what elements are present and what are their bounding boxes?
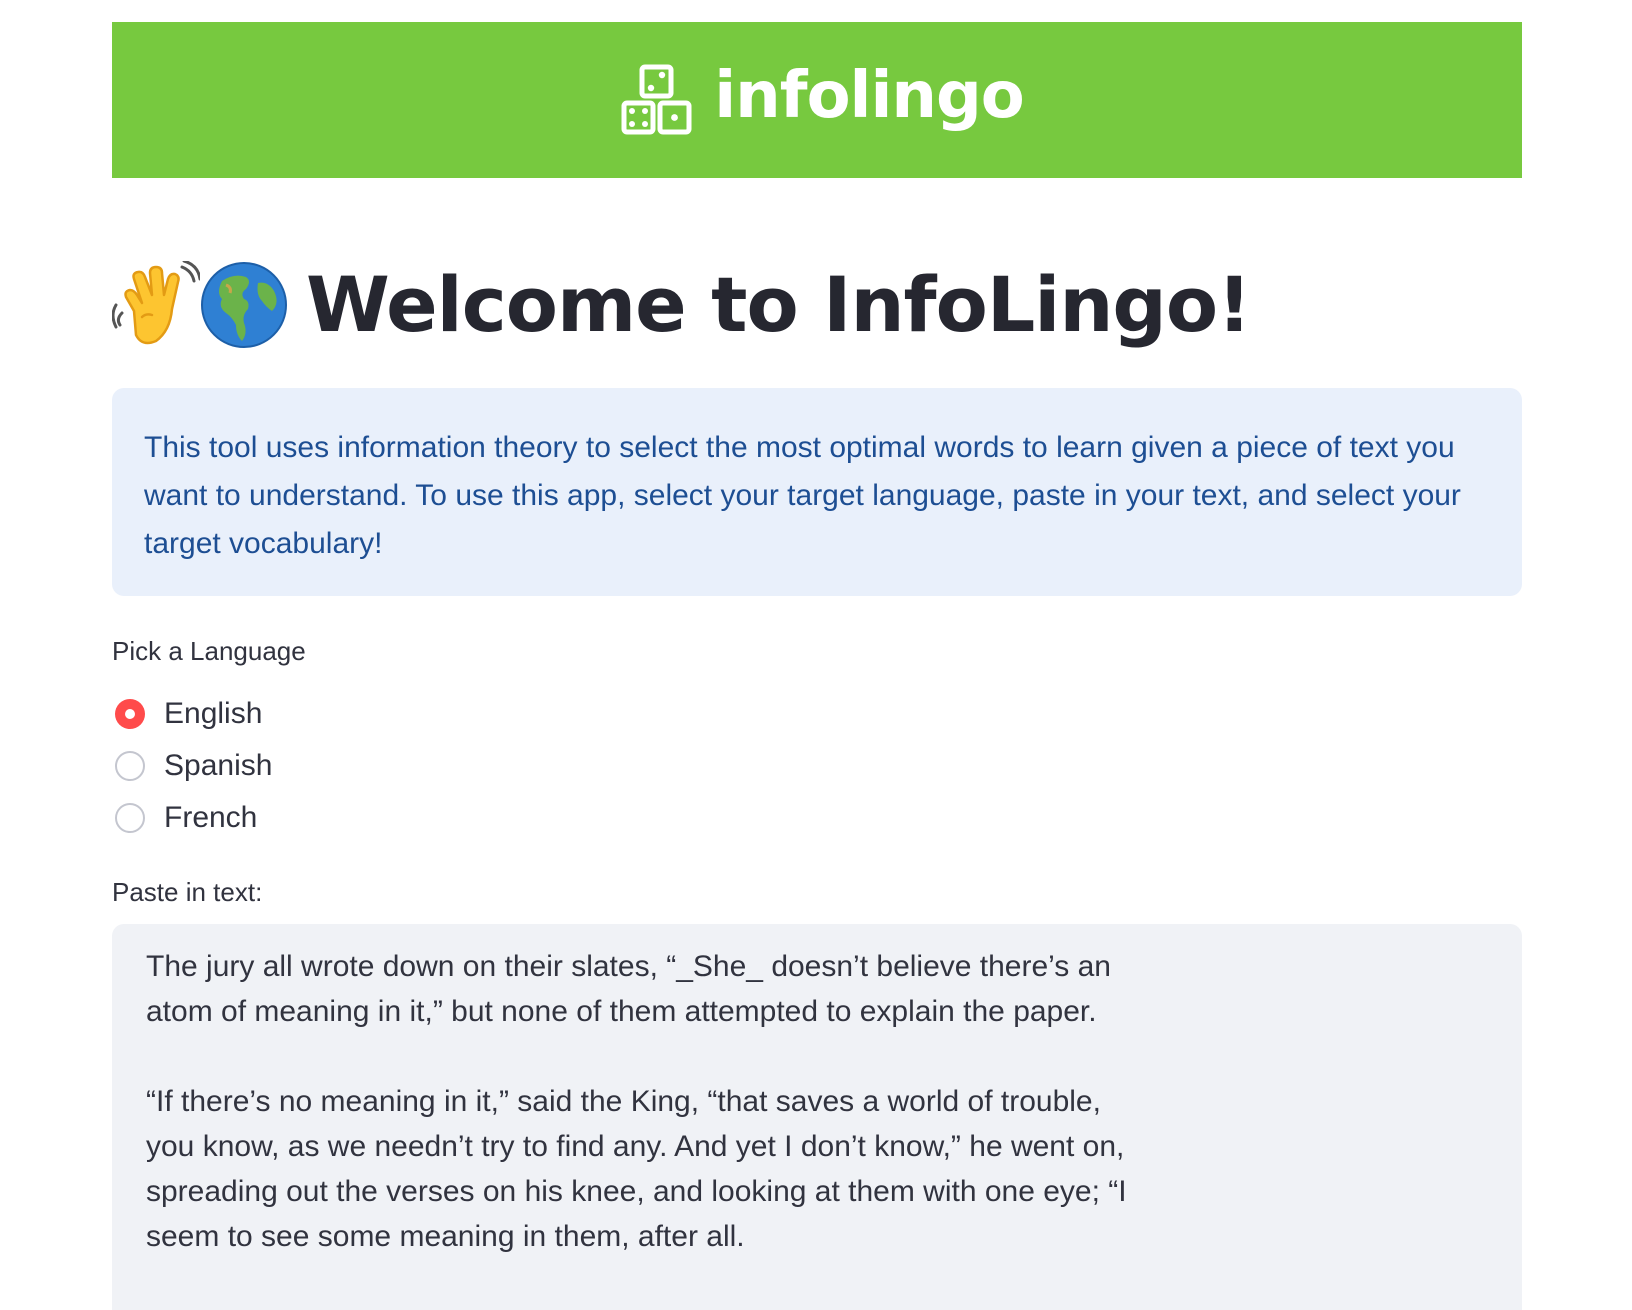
radio-button[interactable] — [115, 751, 145, 781]
radio-button-checked[interactable] — [115, 699, 145, 729]
page: infolingo Welcome to InfoLingo! This too… — [0, 0, 1632, 1310]
header-banner: infolingo — [112, 22, 1522, 178]
radio-option-french[interactable]: French — [112, 792, 272, 844]
logo: infolingo — [620, 59, 1025, 137]
radio-label: English — [164, 697, 263, 730]
dice-blocks-icon — [621, 64, 692, 135]
waving-hand-icon — [112, 261, 200, 345]
radio-label: Spanish — [164, 749, 273, 782]
radio-label: French — [164, 801, 258, 834]
text-input-area[interactable]: The jury all wrote down on their slates,… — [112, 924, 1522, 1310]
logo-text: infolingo — [714, 59, 1025, 133]
language-radio-group: English Spanish French — [112, 688, 272, 844]
info-box: This tool uses information theory to sel… — [112, 388, 1522, 596]
globe-americas-icon — [201, 262, 287, 348]
text-input-value[interactable]: The jury all wrote down on their slates,… — [146, 944, 1146, 1259]
title-row: Welcome to InfoLingo! — [112, 255, 1252, 355]
radio-option-english[interactable]: English — [112, 688, 272, 740]
radio-option-spanish[interactable]: Spanish — [112, 740, 272, 792]
info-text: This tool uses information theory to sel… — [144, 431, 1461, 560]
language-label: Pick a Language — [112, 636, 306, 666]
text-input-label: Paste in text: — [112, 877, 263, 907]
radio-button[interactable] — [115, 803, 145, 833]
page-title: Welcome to InfoLingo! — [306, 260, 1252, 349]
